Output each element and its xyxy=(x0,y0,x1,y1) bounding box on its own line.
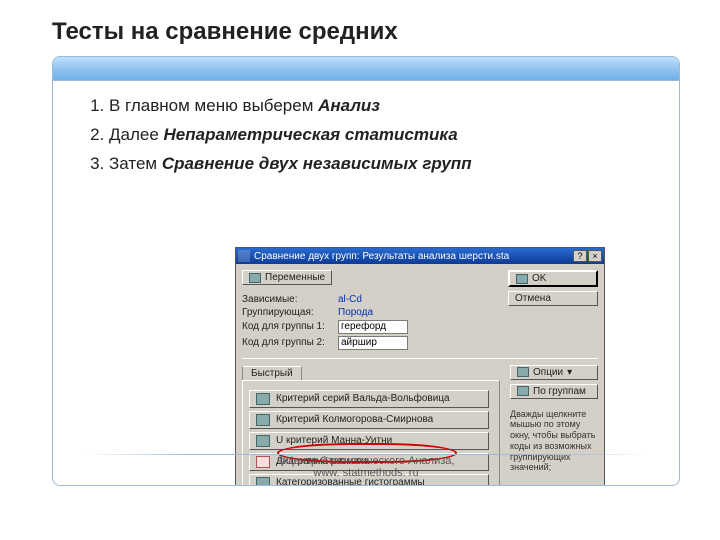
cancel-button[interactable]: Отмена xyxy=(508,291,598,306)
step-2-bold: Непараметрическая статистика xyxy=(164,125,458,144)
variables-button[interactable]: Переменные xyxy=(242,270,332,285)
code2-label: Код для группы 2: xyxy=(242,337,332,348)
step-3: Затем Сравнение двух независимых групп xyxy=(109,153,653,176)
hint-text-2: p-уровень для выделения: xyxy=(510,485,598,486)
dialog-window: Сравнение двух групп: Результаты анализа… xyxy=(235,247,605,486)
card-body: В главном меню выберем Анализ Далее Непа… xyxy=(53,81,679,192)
grouping-label: Группирующая: xyxy=(242,307,332,318)
code1-label: Код для группы 1: xyxy=(242,321,332,332)
step-1: В главном меню выберем Анализ xyxy=(109,95,653,118)
code1-input[interactable] xyxy=(338,320,408,334)
footer-line-2: www. statmethods. ru xyxy=(313,467,418,479)
separator-1 xyxy=(242,358,598,359)
footer-line-1: ©Центр Статистического Анализа, xyxy=(278,455,455,467)
options-icon xyxy=(517,367,529,377)
code2-row: Код для группы 2: xyxy=(242,336,502,350)
dialog-top-row: Переменные Зависимые: al-Cd Группирующая… xyxy=(242,270,598,352)
slide-root: Тесты на сравнение средних В главном мен… xyxy=(0,0,720,540)
options-label: Опции xyxy=(533,367,563,378)
ks-button[interactable]: Критерий Колмогорова-Смирнова xyxy=(249,411,489,429)
wald-label: Критерий серий Вальда-Вольфовица xyxy=(276,393,450,404)
variables-label: Переменные xyxy=(265,272,325,283)
code1-row: Код для группы 1: xyxy=(242,320,502,334)
summary-icon-3 xyxy=(256,435,270,447)
dialog-body: Переменные Зависимые: al-Cd Группирующая… xyxy=(236,264,604,486)
step-1-text: В главном меню выберем xyxy=(109,96,318,115)
code2-input[interactable] xyxy=(338,336,408,350)
dialog-titlebar[interactable]: Сравнение двух групп: Результаты анализа… xyxy=(236,248,604,264)
step-3-text: Затем xyxy=(109,154,162,173)
left-column: Переменные Зависимые: al-Cd Группирующая… xyxy=(242,270,502,352)
chevron-down-icon: ▾ xyxy=(567,367,572,378)
right-column-top: OK Отмена xyxy=(508,270,598,352)
wald-button[interactable]: Критерий серий Вальда-Вольфовица xyxy=(249,390,489,408)
app-icon xyxy=(238,250,250,262)
dialog-wrapper: Сравнение двух групп: Результаты анализа… xyxy=(235,247,605,486)
step-2: Далее Непараметрическая статистика xyxy=(109,124,653,147)
ok-icon xyxy=(516,274,528,284)
summary-icon xyxy=(256,393,270,405)
bygroup-label: По группам xyxy=(533,386,586,397)
ok-label: OK xyxy=(532,273,546,284)
variables-icon xyxy=(249,273,261,283)
bygroup-icon xyxy=(517,386,529,396)
cancel-label: Отмена xyxy=(515,293,551,304)
tab-quick[interactable]: Быстрый xyxy=(242,366,302,381)
bygroup-button[interactable]: По группам xyxy=(510,384,598,399)
dialog-title: Сравнение двух групп: Результаты анализа… xyxy=(254,251,569,262)
step-2-text: Далее xyxy=(109,125,164,144)
options-button[interactable]: Опции ▾ xyxy=(510,365,598,380)
help-button[interactable]: ? xyxy=(573,250,587,262)
steps-list: В главном меню выберем Анализ Далее Непа… xyxy=(87,95,653,176)
content-card: В главном меню выберем Анализ Далее Непа… xyxy=(52,56,680,486)
slide-footer: ©Центр Статистического Анализа, www. sta… xyxy=(53,455,679,479)
dependent-label: Зависимые: xyxy=(242,294,332,305)
ok-button[interactable]: OK xyxy=(508,270,598,287)
ks-label: Критерий Колмогорова-Смирнова xyxy=(276,414,433,425)
step-3-bold: Сравнение двух независимых групп xyxy=(162,154,472,173)
mann-whitney-button[interactable]: U критерий Манна-Уитни xyxy=(249,432,489,450)
close-button[interactable]: × xyxy=(588,250,602,262)
dependent-row: Зависимые: al-Cd xyxy=(242,294,502,305)
mann-label: U критерий Манна-Уитни xyxy=(276,435,392,446)
titlebar-buttons: ? × xyxy=(573,250,602,262)
summary-icon-2 xyxy=(256,414,270,426)
card-header-bar xyxy=(53,57,679,81)
dependent-value: al-Cd xyxy=(338,294,362,305)
slide-title: Тесты на сравнение средних xyxy=(52,18,680,46)
grouping-row: Группирующая: Порода xyxy=(242,307,502,318)
step-1-bold: Анализ xyxy=(318,96,380,115)
grouping-value: Порода xyxy=(338,307,373,318)
